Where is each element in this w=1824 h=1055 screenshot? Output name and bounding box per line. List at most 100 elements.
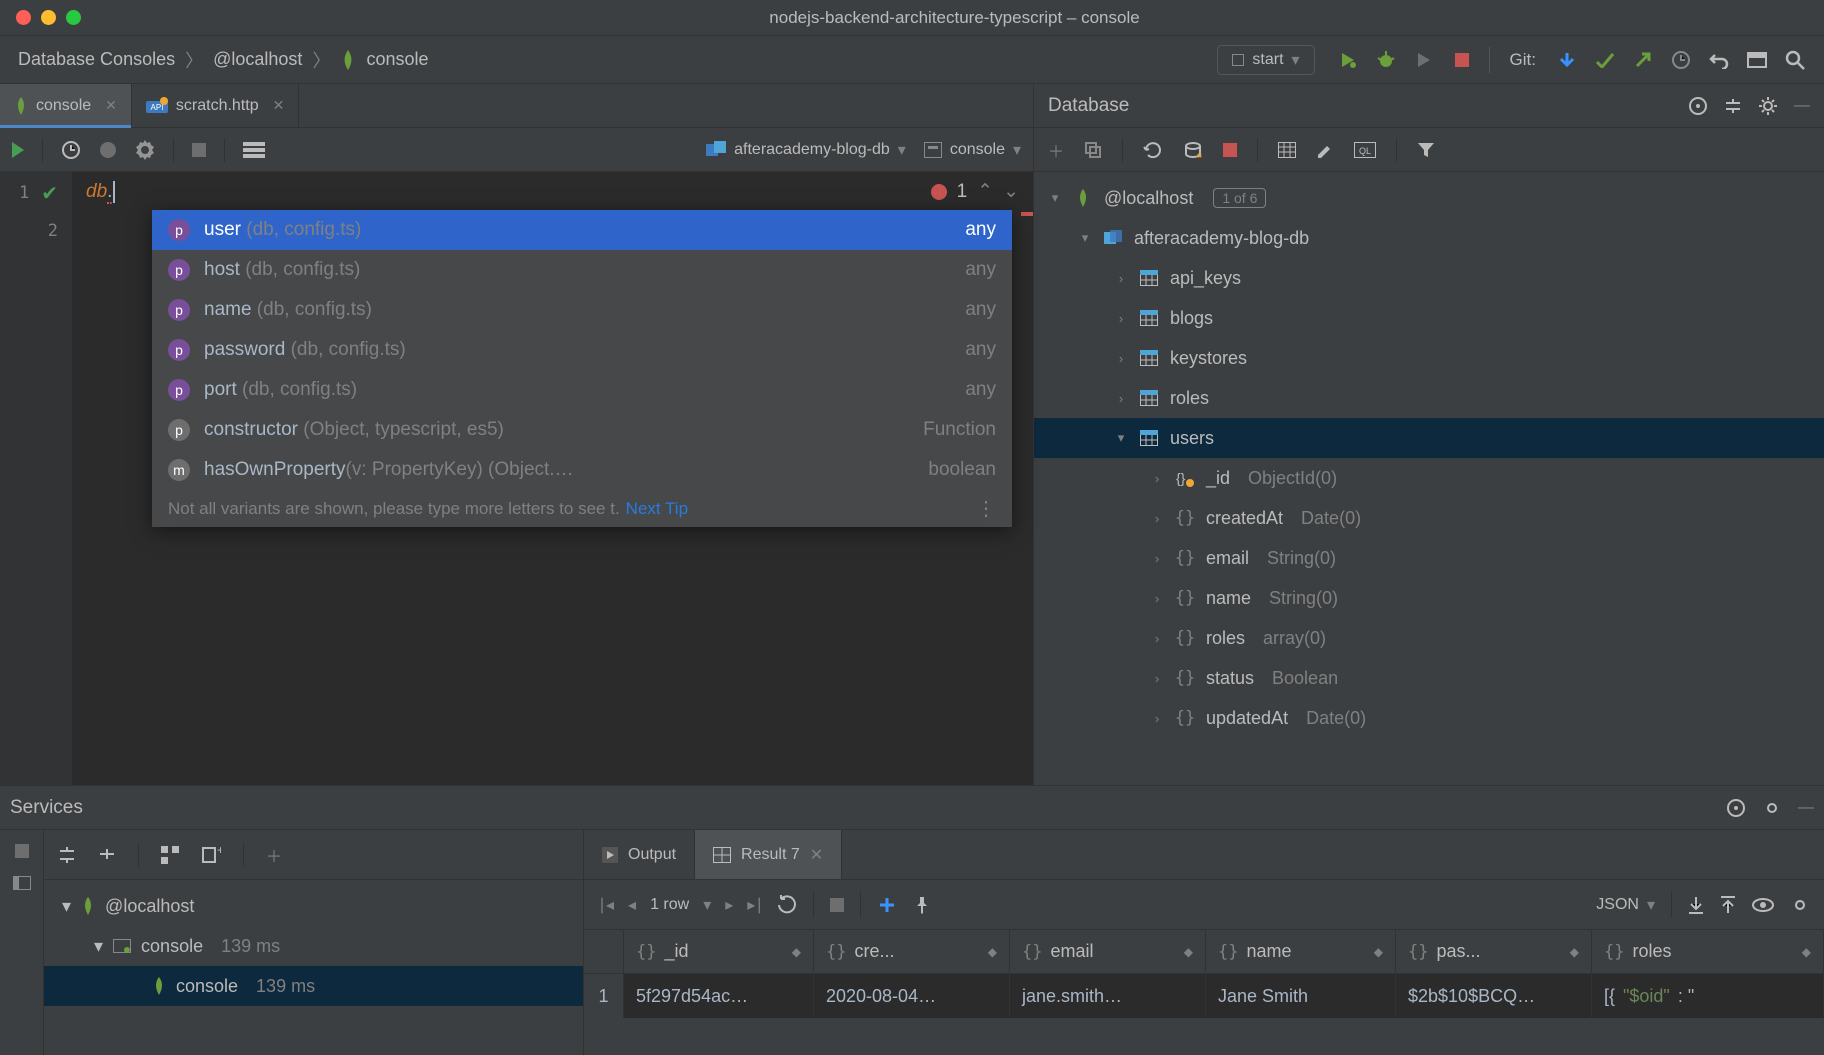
- breadcrumb-host[interactable]: @localhost: [213, 49, 302, 70]
- close-tab-icon[interactable]: ✕: [273, 97, 285, 114]
- cell-id[interactable]: 5f297d54ac…: [624, 974, 814, 1018]
- search-everywhere-button[interactable]: [1784, 49, 1806, 71]
- code-editor[interactable]: db. 1 ⌃ ⌄ p user (db, config.ts) anyp ho…: [72, 172, 1033, 785]
- service-query-node[interactable]: console 139 ms: [44, 966, 583, 1006]
- expand-icon[interactable]: ▾: [94, 936, 103, 957]
- completion-item[interactable]: p name (db, config.ts) any: [152, 290, 1012, 330]
- grid-data-row[interactable]: 1 5f297d54ac… 2020-08-04… jane.smith… Ja…: [584, 974, 1824, 1018]
- git-pull-button[interactable]: [1556, 49, 1578, 71]
- first-page-icon[interactable]: ∣◂: [598, 895, 614, 915]
- execute-button[interactable]: [12, 142, 24, 158]
- expand-icon[interactable]: ›: [1150, 551, 1164, 566]
- completion-item[interactable]: p port (db, config.ts) any: [152, 370, 1012, 410]
- expand-icon[interactable]: ›: [1114, 271, 1128, 286]
- pin-icon[interactable]: [913, 896, 931, 914]
- undo-button[interactable]: [1708, 49, 1730, 71]
- expand-icon[interactable]: ›: [1114, 311, 1128, 326]
- debug-button[interactable]: [1375, 49, 1397, 71]
- tree-table-node[interactable]: › api_keys: [1034, 258, 1824, 298]
- maximize-window-button[interactable]: [66, 10, 81, 25]
- completion-item[interactable]: p host (db, config.ts) any: [152, 250, 1012, 290]
- completion-item[interactable]: p constructor (Object, typescript, es5) …: [152, 410, 1012, 450]
- minimize-window-button[interactable]: [41, 10, 56, 25]
- add-datasource-icon[interactable]: ＋: [1048, 138, 1064, 162]
- expand-icon[interactable]: ▾: [1114, 430, 1128, 446]
- output-tab[interactable]: Output: [584, 830, 695, 879]
- tree-column-node[interactable]: › {} _id ObjectId(0): [1034, 458, 1824, 498]
- stop-service-icon[interactable]: [15, 844, 29, 858]
- column-header-email[interactable]: {}email◆: [1010, 930, 1206, 973]
- tree-column-node[interactable]: › {} roles array(0): [1034, 618, 1824, 658]
- session-selector[interactable]: console: [924, 140, 1021, 160]
- editor-tab-scratch[interactable]: API scratch.http ✕: [132, 84, 299, 127]
- git-commit-button[interactable]: [1594, 49, 1616, 71]
- expand-icon[interactable]: ▾: [1048, 190, 1062, 206]
- service-root-node[interactable]: ▾ @localhost: [44, 886, 583, 926]
- coverage-button[interactable]: [1413, 49, 1435, 71]
- duplicate-icon[interactable]: [1084, 141, 1102, 159]
- eye-icon[interactable]: [1752, 898, 1774, 912]
- expand-icon[interactable]: ›: [1150, 511, 1164, 526]
- view-format-selector[interactable]: JSON: [1596, 895, 1655, 915]
- group-icon[interactable]: [161, 846, 179, 864]
- tree-column-node[interactable]: › {} status Boolean: [1034, 658, 1824, 698]
- add-row-icon[interactable]: [877, 895, 897, 915]
- export-down-icon[interactable]: [1688, 896, 1704, 914]
- prev-error-icon[interactable]: ⌃: [977, 180, 993, 203]
- last-page-icon[interactable]: ▸∣: [747, 895, 763, 915]
- expand-icon[interactable]: ›: [1150, 471, 1164, 486]
- stop-button[interactable]: [1451, 49, 1473, 71]
- column-header-createdat[interactable]: {}cre...◆: [814, 930, 1010, 973]
- tree-datasource-node[interactable]: ▾ @localhost 1 of 6: [1034, 178, 1824, 218]
- layout-icon[interactable]: [13, 876, 31, 890]
- editor-tab-console[interactable]: console ✕: [0, 84, 132, 127]
- prev-page-icon[interactable]: ◂: [628, 895, 636, 915]
- expand-icon[interactable]: ▾: [1078, 230, 1092, 246]
- cell-createdat[interactable]: 2020-08-04…: [814, 974, 1010, 1018]
- expand-icon[interactable]: ›: [1150, 591, 1164, 606]
- cell-email[interactable]: jane.smith…: [1010, 974, 1206, 1018]
- service-session-node[interactable]: ▾ console 139 ms: [44, 926, 583, 966]
- completion-item[interactable]: p user (db, config.ts) any: [152, 210, 1012, 250]
- tree-column-node[interactable]: › {} updatedAt Date(0): [1034, 698, 1824, 738]
- result-tab[interactable]: Result 7 ✕: [695, 830, 842, 879]
- filter-services-icon[interactable]: +: [201, 846, 221, 864]
- settings-button[interactable]: [135, 140, 155, 160]
- expand-icon[interactable]: ›: [1150, 671, 1164, 686]
- breadcrumb-console[interactable]: console: [366, 49, 428, 70]
- history-button[interactable]: [61, 140, 81, 160]
- minimize-panel-icon[interactable]: —: [1798, 799, 1814, 817]
- cell-roles[interactable]: [{"$oid": ": [1592, 974, 1824, 1018]
- expand-icon[interactable]: ›: [1114, 351, 1128, 366]
- next-page-icon[interactable]: ▸: [725, 895, 733, 915]
- tree-schema-node[interactable]: ▾ afteracademy-blog-db: [1034, 218, 1824, 258]
- explain-button[interactable]: [99, 141, 117, 159]
- gear-icon[interactable]: [1790, 895, 1810, 915]
- expand-icon[interactable]: ›: [1150, 711, 1164, 726]
- expand-all-icon[interactable]: [58, 846, 76, 864]
- datasource-selector[interactable]: afteracademy-blog-db: [706, 140, 906, 160]
- cell-password[interactable]: $2b$10$BCQ…: [1396, 974, 1592, 1018]
- tree-column-node[interactable]: › {} name String(0): [1034, 578, 1824, 618]
- gear-icon[interactable]: [1758, 96, 1778, 116]
- edit-icon[interactable]: [1316, 141, 1334, 159]
- refresh-icon[interactable]: [1143, 140, 1163, 160]
- add-service-icon[interactable]: ＋: [266, 843, 282, 867]
- target-icon[interactable]: [1688, 96, 1708, 116]
- table-view-icon[interactable]: [1278, 142, 1296, 158]
- tree-column-node[interactable]: › {} email String(0): [1034, 538, 1824, 578]
- git-history-button[interactable]: [1670, 49, 1692, 71]
- close-tab-icon[interactable]: ✕: [810, 845, 823, 865]
- error-stripe[interactable]: [1021, 212, 1033, 216]
- stop-icon[interactable]: [1223, 143, 1237, 157]
- run-button[interactable]: [1337, 49, 1359, 71]
- column-header-name[interactable]: {}name◆: [1206, 930, 1396, 973]
- collapse-all-icon[interactable]: [98, 846, 116, 864]
- breadcrumb-root[interactable]: Database Consoles: [18, 49, 175, 70]
- column-header-id[interactable]: {}_id◆: [624, 930, 814, 973]
- page-info[interactable]: 1 row: [650, 896, 689, 914]
- cancel-icon[interactable]: [830, 898, 844, 912]
- tree-table-node[interactable]: › keystores: [1034, 338, 1824, 378]
- filter-icon[interactable]: [1417, 141, 1435, 159]
- reload-icon[interactable]: [777, 895, 797, 915]
